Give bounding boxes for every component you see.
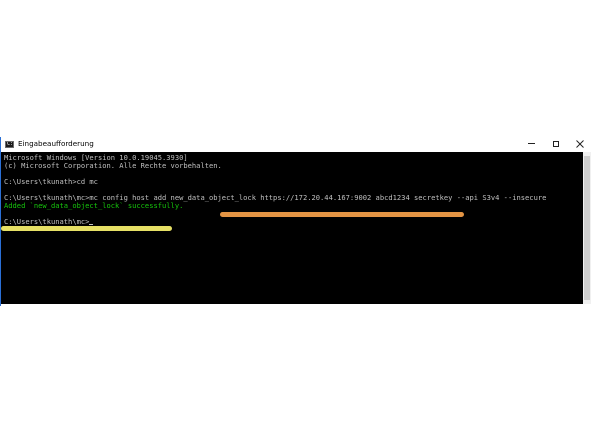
cmd-icon: C:\ <box>5 141 14 148</box>
prompt-text: C:\Users\tkunath\mc> <box>4 217 90 226</box>
minimize-button[interactable] <box>520 137 542 152</box>
text-cursor <box>89 224 94 225</box>
console-output[interactable]: Microsoft Windows [Version 10.0.19045.39… <box>1 152 583 304</box>
console-line-copyright: (c) Microsoft Corporation. Alle Rechte v… <box>4 161 222 170</box>
yellow-highlight-annotation <box>1 226 172 231</box>
close-icon <box>576 139 584 148</box>
maximize-icon <box>553 140 559 147</box>
maximize-button[interactable] <box>545 137 567 152</box>
vertical-scrollbar[interactable] <box>583 152 591 304</box>
console-prompt-line[interactable]: C:\Users\tkunath\mc> <box>4 217 94 226</box>
scrollbar-thumb[interactable] <box>584 156 590 300</box>
title-bar[interactable]: C:\ Eingabeaufforderung <box>1 137 591 152</box>
minimize-icon <box>527 143 535 144</box>
console-line-cd-command: C:\Users\tkunath>cd mc <box>4 177 98 186</box>
screenshot-canvas: C:\ Eingabeaufforderung Microsoft Window… <box>0 0 592 444</box>
console-line-success-message: Added `new_data_object_lock` successfull… <box>4 201 184 210</box>
orange-highlight-annotation <box>220 212 464 217</box>
window-title: Eingabeaufforderung <box>18 139 94 148</box>
command-prompt-window: C:\ Eingabeaufforderung Microsoft Window… <box>0 137 591 306</box>
close-button[interactable] <box>569 137 591 152</box>
